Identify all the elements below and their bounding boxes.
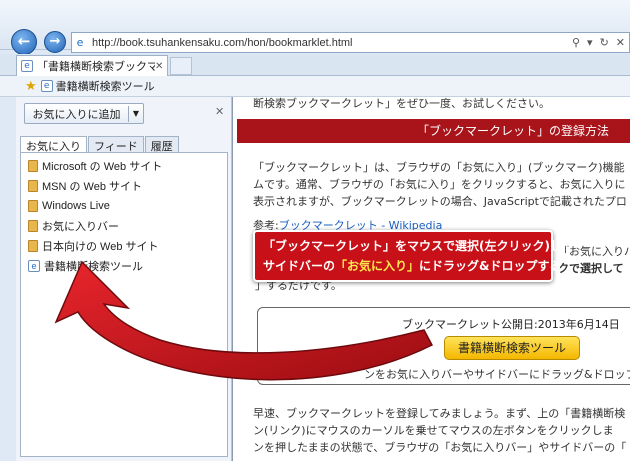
folder-icon: [28, 160, 38, 172]
list-item[interactable]: MSN の Web サイト: [21, 176, 227, 196]
search-icon[interactable]: ⚲: [572, 36, 580, 49]
callout-highlight: 「お気に入り」: [335, 259, 420, 273]
list-item-label: Microsoft の Web サイト: [42, 161, 163, 173]
callout-text: にドラッグ&ドロップする: [419, 259, 562, 273]
list-item[interactable]: お気に入りバー: [21, 216, 227, 236]
tab-bar: e 「書籍横断検索ブックマ... ✕: [0, 54, 630, 76]
ie-page-icon: e: [76, 36, 84, 49]
browser-tab[interactable]: e 「書籍横断検索ブックマ... ✕: [16, 55, 168, 76]
favorites-sidebar: お気に入りに追加 ▼ ✕ お気に入り フィード 履歴 Microsoft の W…: [16, 97, 232, 461]
favbar-item-label: 書籍横断検索ツール: [55, 81, 155, 93]
favorites-bar: ★ e 書籍横断検索ツール: [0, 76, 630, 97]
tab-favorites[interactable]: お気に入り: [20, 136, 87, 153]
ie-page-icon: e: [21, 60, 33, 72]
list-item-label: Windows Live: [42, 200, 110, 212]
favorites-star-icon[interactable]: ★: [25, 79, 37, 94]
list-item-label: 日本向けの Web サイト: [42, 241, 159, 253]
ie-page-icon: e: [40, 80, 53, 92]
callout-text: サイドバーの: [263, 259, 336, 273]
instruction-callout: 「ブックマークレット」をマウスで選択(左クリック)して サイドバーの「お気に入り…: [253, 230, 574, 282]
close-tab-icon[interactable]: ✕: [155, 61, 167, 72]
folder-icon: [28, 220, 38, 232]
tab-history[interactable]: 履歴: [144, 136, 179, 153]
arrow-left-icon: ←: [17, 32, 31, 50]
tab-feeds[interactable]: フィード: [88, 136, 144, 153]
arrow-right-icon: →: [49, 34, 61, 49]
callout-line-1: 「ブックマークレット」をマウスで選択(左クリック)して: [263, 239, 574, 253]
folder-icon: [28, 240, 38, 252]
list-item[interactable]: 日本向けの Web サイト: [21, 236, 227, 256]
paragraph-line: 早速、ブックマークレットを登録してみましょう。まず、上の「書籍横断検: [253, 407, 626, 420]
close-icon[interactable]: ✕: [215, 105, 224, 118]
intro-text: 断検索ブックマークレット」をぜひ一度、お試しください。: [253, 97, 550, 110]
drag-hint: ンをお気に入りバーやサイドバーにドラッグ&ドロップ: [364, 368, 630, 381]
add-to-favorites-label: お気に入りに追加: [25, 105, 129, 122]
paragraph-line: ン(リンク)にマウスのカーソルを乗せてマウスの左ボタンをクリックしま: [253, 424, 614, 437]
paragraph-line: 「ブックマークレット」は、ブラウザの「お気に入り」(ブックマーク)機能: [253, 161, 625, 174]
callout-line-2: サイドバーの「お気に入り」にドラッグ&ドロップする: [263, 256, 562, 276]
list-item[interactable]: e 書籍横断検索ツール: [21, 256, 227, 276]
section-heading: 「ブックマークレット」の登録方法: [237, 119, 630, 143]
chevron-down-icon[interactable]: ▼: [129, 109, 143, 118]
folder-icon: [28, 180, 38, 192]
paragraph-line: ムです。通常、ブラウザの「お気に入り」をクリックすると、お気に入りに: [253, 178, 626, 191]
list-item-label: 書籍横断検索ツール: [44, 261, 143, 273]
favbar-item[interactable]: e 書籍横断検索ツール: [40, 78, 155, 94]
publish-date: ブックマークレット公開日:2013年6月14日: [402, 318, 620, 331]
list-item-label: MSN の Web サイト: [42, 181, 143, 193]
stop-icon[interactable]: ✕: [616, 36, 625, 49]
list-item[interactable]: Windows Live: [21, 196, 227, 216]
ie-page-icon: e: [28, 260, 40, 272]
new-tab-button[interactable]: [170, 57, 192, 75]
favorites-list: Microsoft の Web サイト MSN の Web サイト Window…: [20, 152, 228, 457]
refresh-icon[interactable]: ↻: [600, 36, 609, 49]
list-item[interactable]: Microsoft の Web サイト: [21, 156, 227, 176]
dropdown-icon[interactable]: ▾: [587, 36, 593, 49]
tab-title: 「書籍横断検索ブックマ...: [37, 61, 155, 73]
paragraph-line: ンを押したままの状態で、ブラウザの「お気に入りバー」やサイドバーの「: [253, 441, 627, 454]
sidebar-tabs: お気に入り フィード 履歴: [20, 136, 180, 153]
paragraph-line: クで選択して: [558, 262, 624, 275]
bookmarklet-box: ブックマークレット公開日:2013年6月14日 書籍横断検索ツール ンをお気に入…: [257, 307, 630, 385]
bookmarklet-button[interactable]: 書籍横断検索ツール: [444, 336, 580, 360]
forward-button[interactable]: →: [44, 31, 66, 53]
list-item-label: お気に入りバー: [42, 221, 119, 233]
folder-icon: [28, 200, 38, 212]
url-text[interactable]: http://book.tsuhankensaku.com/hon/bookma…: [92, 37, 572, 49]
paragraph-line: 表示されますが、ブックマークレットの場合、JavaScriptで記載されたプロ: [253, 195, 627, 208]
address-bar[interactable]: e http://book.tsuhankensaku.com/hon/book…: [71, 32, 630, 53]
back-button[interactable]: ←: [11, 29, 37, 55]
add-to-favorites-button[interactable]: お気に入りに追加 ▼: [24, 103, 144, 124]
